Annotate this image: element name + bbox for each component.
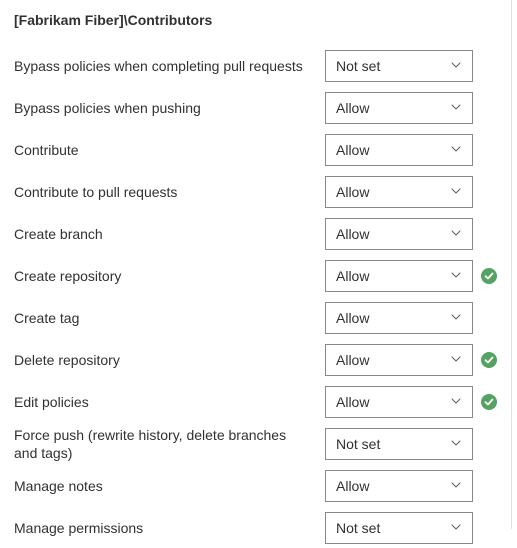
chevron-down-icon bbox=[450, 268, 462, 284]
chevron-down-icon bbox=[450, 394, 462, 410]
check-circle-icon bbox=[481, 268, 497, 284]
permission-control: Allow bbox=[325, 344, 473, 376]
permission-label: Delete repository bbox=[14, 351, 325, 369]
permission-select[interactable]: Allow bbox=[325, 386, 473, 418]
permission-control: Not set bbox=[325, 50, 473, 82]
permission-status bbox=[477, 394, 501, 410]
permission-select[interactable]: Not set bbox=[325, 512, 473, 544]
permission-value: Allow bbox=[336, 142, 369, 158]
permission-value: Allow bbox=[336, 352, 369, 368]
check-circle-icon bbox=[481, 394, 497, 410]
permission-row: Contribute Allow bbox=[14, 130, 501, 170]
permission-row: Create branch Allow bbox=[14, 214, 501, 254]
permission-label: Bypass policies when pushing bbox=[14, 99, 325, 117]
permission-select[interactable]: Allow bbox=[325, 260, 473, 292]
permission-row: Bypass policies when completing pull req… bbox=[14, 46, 501, 86]
permission-status bbox=[477, 352, 501, 368]
permission-select[interactable]: Allow bbox=[325, 176, 473, 208]
permission-value: Not set bbox=[336, 520, 380, 536]
permission-value: Allow bbox=[336, 100, 369, 116]
chevron-down-icon bbox=[450, 100, 462, 116]
permission-select[interactable]: Not set bbox=[325, 428, 473, 460]
permission-control: Allow bbox=[325, 218, 473, 250]
permission-control: Allow bbox=[325, 386, 473, 418]
permission-label: Manage permissions bbox=[14, 519, 325, 537]
chevron-down-icon bbox=[450, 436, 462, 452]
permission-label: Force push (rewrite history, delete bran… bbox=[14, 426, 325, 462]
permission-value: Allow bbox=[336, 310, 369, 326]
permission-row: Manage permissions Not set bbox=[14, 508, 501, 548]
permission-label: Manage notes bbox=[14, 477, 325, 495]
permission-row: Create repository Allow bbox=[14, 256, 501, 296]
permission-value: Not set bbox=[336, 436, 380, 452]
permission-select[interactable]: Allow bbox=[325, 302, 473, 334]
permission-control: Allow bbox=[325, 134, 473, 166]
permission-select[interactable]: Not set bbox=[325, 50, 473, 82]
permission-value: Not set bbox=[336, 58, 380, 74]
chevron-down-icon bbox=[450, 310, 462, 326]
permission-row: Delete repository Allow bbox=[14, 340, 501, 380]
check-circle-icon bbox=[481, 352, 497, 368]
panel-title: [Fabrikam Fiber]\Contributors bbox=[14, 12, 501, 28]
permission-control: Allow bbox=[325, 92, 473, 124]
permission-row: Contribute to pull requests Allow bbox=[14, 172, 501, 212]
permission-select[interactable]: Allow bbox=[325, 470, 473, 502]
permissions-panel: [Fabrikam Fiber]\Contributors Bypass pol… bbox=[0, 0, 512, 529]
chevron-down-icon bbox=[450, 184, 462, 200]
permission-select[interactable]: Allow bbox=[325, 218, 473, 250]
permission-status bbox=[477, 268, 501, 284]
permission-control: Not set bbox=[325, 428, 473, 460]
permission-row: Manage notes Allow bbox=[14, 466, 501, 506]
permission-label: Create branch bbox=[14, 225, 325, 243]
chevron-down-icon bbox=[450, 226, 462, 242]
chevron-down-icon bbox=[450, 58, 462, 74]
permission-row: Bypass policies when pushing Allow bbox=[14, 88, 501, 128]
permission-row: Create tag Allow bbox=[14, 298, 501, 338]
chevron-down-icon bbox=[450, 142, 462, 158]
permission-select[interactable]: Allow bbox=[325, 344, 473, 376]
permission-value: Allow bbox=[336, 394, 369, 410]
permission-select[interactable]: Allow bbox=[325, 92, 473, 124]
permission-control: Allow bbox=[325, 260, 473, 292]
permission-label: Contribute to pull requests bbox=[14, 183, 325, 201]
permissions-list: Bypass policies when completing pull req… bbox=[14, 46, 501, 548]
permission-label: Contribute bbox=[14, 141, 325, 159]
permission-label: Create tag bbox=[14, 309, 325, 327]
permission-label: Create repository bbox=[14, 267, 325, 285]
permission-control: Not set bbox=[325, 512, 473, 544]
permission-row: Edit policies Allow bbox=[14, 382, 501, 422]
permission-control: Allow bbox=[325, 302, 473, 334]
chevron-down-icon bbox=[450, 478, 462, 494]
chevron-down-icon bbox=[450, 352, 462, 368]
permission-value: Allow bbox=[336, 478, 369, 494]
chevron-down-icon bbox=[450, 520, 462, 536]
permission-value: Allow bbox=[336, 226, 369, 242]
permission-value: Allow bbox=[336, 184, 369, 200]
permission-row: Force push (rewrite history, delete bran… bbox=[14, 424, 501, 464]
permission-label: Edit policies bbox=[14, 393, 325, 411]
permission-label: Bypass policies when completing pull req… bbox=[14, 57, 325, 75]
permission-control: Allow bbox=[325, 470, 473, 502]
permission-select[interactable]: Allow bbox=[325, 134, 473, 166]
permission-control: Allow bbox=[325, 176, 473, 208]
permission-value: Allow bbox=[336, 268, 369, 284]
